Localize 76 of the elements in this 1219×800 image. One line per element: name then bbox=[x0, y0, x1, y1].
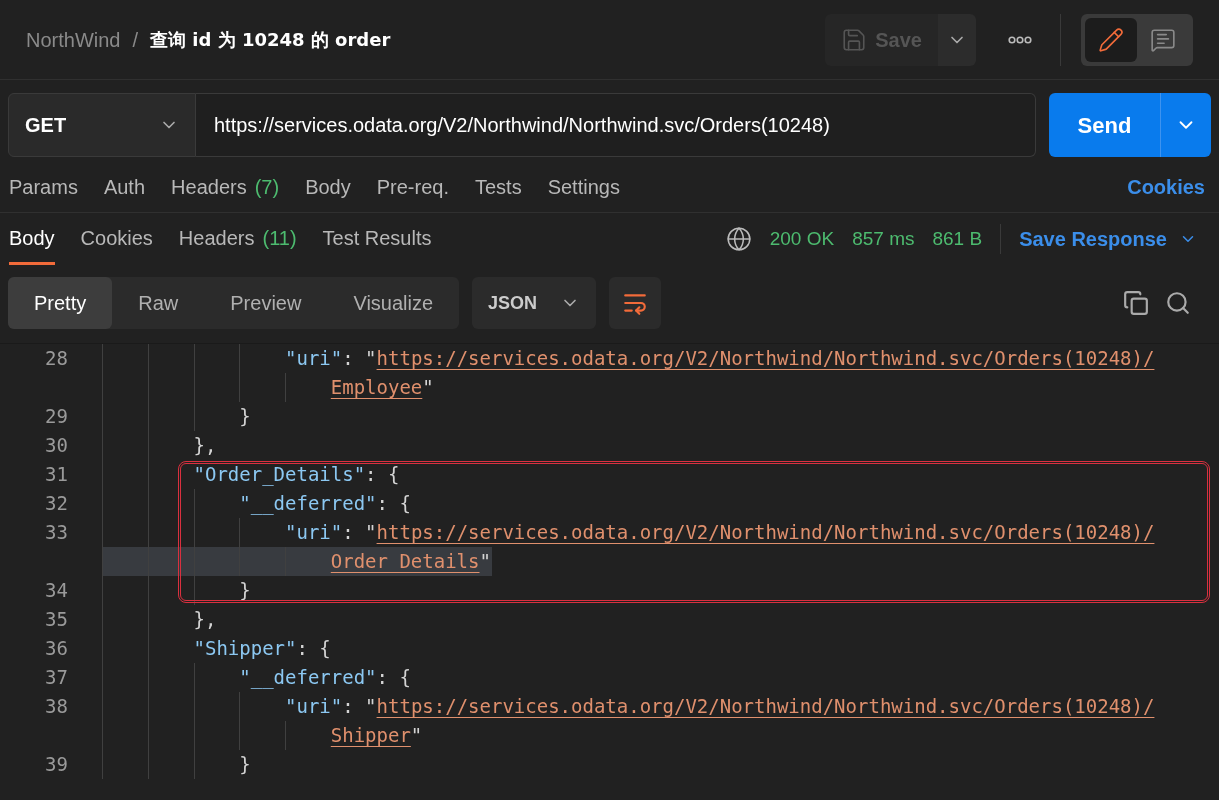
json-punctuation: " bbox=[479, 549, 491, 575]
json-key: "uri" bbox=[285, 518, 343, 547]
method-select[interactable]: GET bbox=[8, 93, 196, 157]
line-number: 28 bbox=[45, 347, 68, 370]
line-number: 37 bbox=[45, 666, 68, 689]
request-tab[interactable]: Params bbox=[9, 171, 78, 202]
format-select[interactable]: JSON bbox=[472, 277, 597, 329]
response-size: 861 B bbox=[932, 226, 983, 251]
json-key: "__deferred" bbox=[239, 489, 377, 518]
json-key: "uri" bbox=[285, 344, 343, 373]
breadcrumb-separator: / bbox=[132, 27, 139, 53]
status-code: 200 OK bbox=[769, 226, 835, 251]
json-punctuation: } bbox=[239, 404, 251, 430]
url-field[interactable]: https://services.odata.org/V2/Northwind/Northwind.svc/Orders(10248) bbox=[196, 93, 1036, 157]
request-tab[interactable]: Tests bbox=[474, 171, 522, 202]
comment-icon bbox=[1150, 26, 1176, 53]
line-number: 33 bbox=[45, 521, 68, 544]
json-key: "Shipper" bbox=[193, 634, 297, 663]
url-link[interactable]: https://services.odata.org/V2/Northwind/Northwind.svc/Orders(10248)/ bbox=[376, 692, 1155, 721]
line-number: 39 bbox=[45, 753, 68, 776]
json-punctuation: : " bbox=[342, 520, 377, 546]
line-number: 38 bbox=[45, 695, 68, 718]
response-time: 857 ms bbox=[852, 226, 915, 251]
view-tab[interactable]: Pretty bbox=[8, 277, 113, 329]
response-tab[interactable]: Headers (11) bbox=[178, 213, 297, 265]
json-punctuation: : " bbox=[342, 694, 377, 720]
pencil-icon bbox=[1098, 26, 1124, 53]
url-link[interactable]: Order_Details bbox=[330, 547, 480, 576]
collection-name[interactable]: NorthWind bbox=[26, 24, 121, 55]
json-punctuation: : { bbox=[376, 665, 411, 691]
save-icon bbox=[841, 26, 868, 53]
copy-button[interactable] bbox=[1123, 290, 1149, 316]
view-tab[interactable]: Visualize bbox=[327, 277, 460, 329]
request-tab[interactable]: Body bbox=[305, 171, 351, 202]
view-tab[interactable]: Preview bbox=[204, 277, 328, 329]
line-number: 35 bbox=[45, 608, 68, 631]
url-link[interactable]: https://services.odata.org/V2/Northwind/Northwind.svc/Orders(10248)/ bbox=[376, 518, 1155, 547]
request-tab[interactable]: Auth bbox=[103, 171, 146, 202]
json-punctuation: }, bbox=[193, 433, 217, 459]
line-number: 30 bbox=[45, 434, 68, 457]
json-punctuation: : { bbox=[376, 491, 411, 517]
response-tab[interactable]: Body bbox=[9, 213, 55, 265]
more-icon bbox=[1008, 35, 1032, 44]
url-link[interactable]: Shipper bbox=[330, 721, 411, 750]
json-punctuation: : { bbox=[296, 636, 331, 662]
search-icon bbox=[1165, 290, 1191, 316]
json-key: "Order_Details" bbox=[193, 460, 366, 489]
json-key: "__deferred" bbox=[239, 663, 377, 692]
url-link[interactable]: Employee bbox=[330, 373, 423, 402]
json-punctuation: : { bbox=[365, 462, 400, 488]
cookies-link[interactable]: Cookies bbox=[1127, 171, 1205, 202]
json-key: "uri" bbox=[285, 692, 343, 721]
url-link[interactable]: https://services.odata.org/V2/Northwind/Northwind.svc/Orders(10248)/ bbox=[376, 344, 1155, 373]
json-punctuation: } bbox=[239, 578, 251, 604]
json-punctuation: } bbox=[239, 752, 251, 778]
save-response-button[interactable]: Save Response bbox=[1019, 224, 1197, 254]
json-punctuation: }, bbox=[193, 607, 217, 633]
wrap-lines-button[interactable] bbox=[609, 277, 662, 329]
json-punctuation: : " bbox=[342, 346, 377, 372]
search-button[interactable] bbox=[1165, 290, 1191, 316]
line-number: 34 bbox=[45, 579, 68, 602]
request-name: 查询 id 为 10248 的 order bbox=[150, 28, 391, 52]
copy-icon bbox=[1123, 290, 1149, 316]
json-punctuation: " bbox=[422, 375, 434, 401]
line-number: 31 bbox=[45, 463, 68, 486]
json-punctuation: " bbox=[410, 723, 423, 749]
line-number: 36 bbox=[45, 637, 68, 660]
request-tab[interactable]: Headers (7) bbox=[171, 171, 280, 202]
response-tab[interactable]: Cookies bbox=[80, 213, 153, 265]
edit-mode-button[interactable] bbox=[1085, 17, 1137, 62]
response-tab[interactable]: Test Results bbox=[322, 213, 432, 265]
request-tab[interactable]: Settings bbox=[547, 171, 620, 202]
line-number: 32 bbox=[45, 492, 68, 515]
view-tab[interactable]: Raw bbox=[112, 277, 205, 329]
request-tab[interactable]: Pre-req. bbox=[376, 171, 449, 202]
line-number: 29 bbox=[45, 405, 68, 428]
